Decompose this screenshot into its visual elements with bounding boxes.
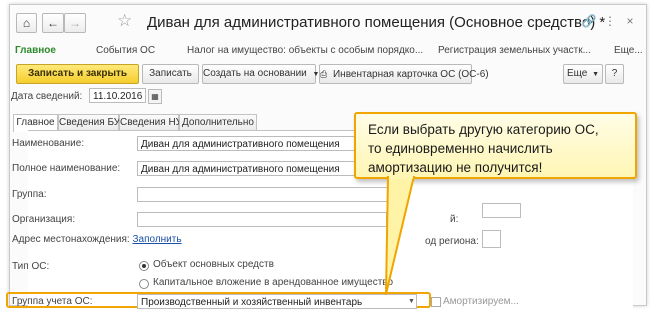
fullname-label: Полное наименование: [12, 163, 121, 174]
section-property-tax[interactable]: Налог на имущество: объекты с особым пор… [187, 45, 423, 56]
group-field[interactable] [137, 187, 407, 202]
forward-button[interactable]: → [64, 13, 86, 33]
link-icon[interactable]: 🔗 [581, 13, 597, 29]
amortization-checkbox[interactable] [431, 297, 441, 307]
type-option-capital-investment: Капитальное вложение в арендованное имущ… [153, 277, 394, 288]
amortization-label: Амортизируем... [443, 296, 519, 307]
region-label: од региона: [425, 236, 479, 247]
more-label: Еще [566, 68, 588, 79]
inventory-card-label: Инвентарная карточка ОС (ОС-6) [332, 69, 489, 80]
callout-line-3: амортизацию не получится! [368, 160, 543, 175]
arrow-left-icon: ← [47, 16, 59, 30]
org-side-field[interactable] [482, 203, 521, 218]
org-label: Организация: [12, 214, 76, 225]
print-icon: ⎙ [320, 69, 328, 79]
date-field[interactable]: 11.10.2016 [89, 88, 146, 103]
section-events[interactable]: События ОС [96, 45, 155, 56]
type-option-fixed-asset: Объект основных средств [153, 259, 274, 270]
accounting-group-label: Группа учета ОС: [12, 296, 93, 307]
home-icon: ⌂ [22, 16, 31, 30]
type-radio-capital-investment[interactable] [139, 279, 149, 289]
more-button[interactable]: Еще ▼ [563, 64, 603, 84]
address-label: Адрес местонахождения: [12, 234, 130, 245]
save-close-button[interactable]: Записать и закрыть [16, 64, 139, 84]
create-based-label: Создать на основании [203, 68, 307, 79]
callout-pointer [385, 176, 415, 295]
close-icon[interactable]: × [622, 13, 638, 29]
menu-icon[interactable]: ⋮ [602, 13, 618, 29]
region-field[interactable] [482, 230, 501, 248]
org-field[interactable] [137, 212, 387, 227]
fullname-field[interactable]: Диван для административного помещения [137, 161, 357, 176]
address-row: Адрес местонахождения: Заполнить [12, 234, 182, 245]
tab-tax[interactable]: Сведения НУ [119, 114, 182, 131]
address-fill-link[interactable]: Заполнить [132, 234, 181, 245]
save-button[interactable]: Записать [142, 64, 199, 84]
type-label: Тип ОС: [12, 261, 50, 272]
callout-line-1: Если выбрать другую категорию ОС, [368, 122, 599, 137]
section-more[interactable]: Еще... [614, 45, 643, 56]
name-label: Наименование: [12, 138, 85, 149]
home-button[interactable]: ⌂ [16, 13, 37, 33]
window-title: Диван для административного помещения (О… [147, 14, 606, 31]
callout-line-2: то единовременно начислить [368, 141, 553, 156]
section-main[interactable]: Главное [15, 45, 56, 56]
help-button[interactable]: ? [605, 64, 624, 84]
back-button[interactable]: ← [42, 13, 64, 33]
favorite-star-icon[interactable]: ☆ [117, 11, 132, 31]
more-chevron-icon: ▼ [592, 71, 600, 78]
arrow-right-icon: → [69, 16, 81, 30]
create-based-button[interactable]: Создать на основании ▼ [202, 64, 319, 84]
date-label: Дата сведений: [11, 91, 83, 102]
name-field[interactable]: Диван для административного помещения [137, 136, 357, 151]
warning-callout: Если выбрать другую категорию ОС, то еди… [354, 112, 637, 179]
accounting-group-field[interactable]: Производственный и хозяйственный инвента… [137, 294, 417, 309]
tab-accounting[interactable]: Сведения БУ [58, 114, 120, 131]
callout-text: Если выбрать другую категорию ОС, то еди… [368, 120, 599, 177]
org-side-label: й: [450, 214, 459, 225]
section-land-registration[interactable]: Регистрация земельных участк... [438, 45, 591, 56]
calendar-icon[interactable]: ▦ [148, 89, 162, 104]
tab-additional[interactable]: Дополнительно [179, 114, 257, 131]
inventory-card-button[interactable]: ⎙ Инвентарная карточка ОС (ОС-6) [319, 64, 489, 84]
group-label: Группа: [12, 189, 47, 200]
type-radio-fixed-asset[interactable] [139, 261, 149, 271]
